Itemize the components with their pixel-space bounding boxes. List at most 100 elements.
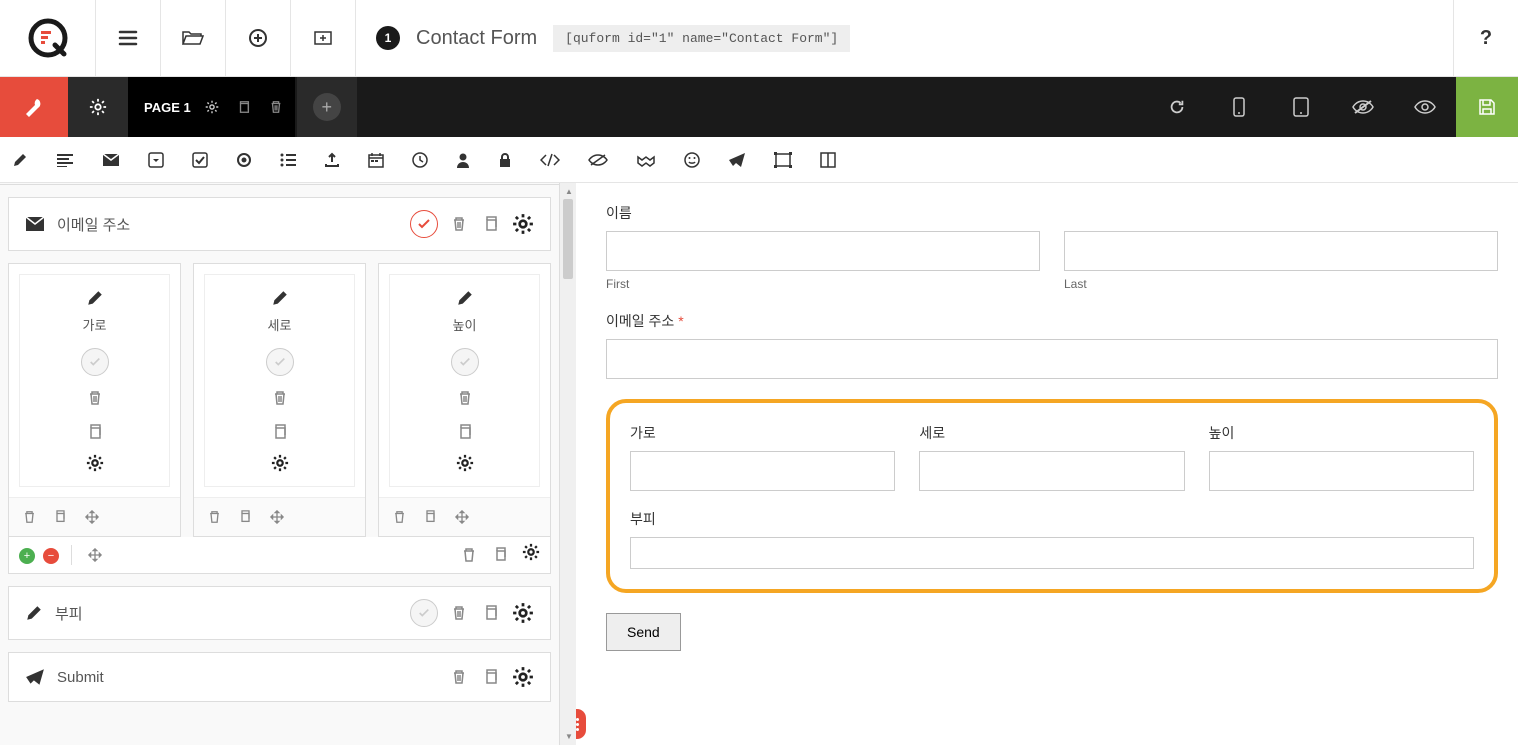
- pencil-icon: [25, 604, 43, 622]
- delete-button[interactable]: [448, 601, 470, 625]
- element-date[interactable]: [368, 152, 384, 168]
- required-toggle[interactable]: [266, 348, 294, 376]
- email-input[interactable]: [606, 339, 1498, 379]
- visibility-on-button[interactable]: [1394, 77, 1456, 137]
- settings-button[interactable]: [512, 666, 534, 688]
- required-toggle[interactable]: [410, 210, 438, 238]
- trash-icon: [452, 605, 466, 621]
- last-name-input[interactable]: [1064, 231, 1498, 271]
- element-captcha[interactable]: [684, 152, 700, 168]
- delete-button[interactable]: [454, 386, 476, 410]
- open-button[interactable]: [161, 0, 226, 77]
- delete-button[interactable]: [269, 386, 291, 410]
- height-input[interactable]: [1209, 451, 1474, 491]
- required-toggle[interactable]: [451, 348, 479, 376]
- element-card-height[interactable]: 높이: [389, 274, 540, 487]
- element-radio[interactable]: [236, 152, 252, 168]
- column-duplicate[interactable]: [50, 506, 71, 528]
- delete-button[interactable]: [84, 386, 106, 410]
- duplicate-button[interactable]: [480, 665, 502, 689]
- pages-settings-button[interactable]: [68, 77, 128, 137]
- column-delete[interactable]: [389, 506, 410, 528]
- duplicate-button[interactable]: [480, 212, 502, 236]
- row-move[interactable]: [84, 544, 106, 566]
- required-toggle[interactable]: [81, 348, 109, 376]
- tools-button[interactable]: [0, 77, 68, 137]
- element-row-volume[interactable]: 부피: [8, 586, 551, 640]
- element-row-submit[interactable]: Submit: [8, 652, 551, 702]
- top-bar: 1 Contact Form [quform id="1" name="Cont…: [0, 0, 1518, 77]
- add-page-button[interactable]: [291, 0, 356, 77]
- column-duplicate[interactable]: [235, 506, 256, 528]
- panel-handle[interactable]: [576, 709, 586, 739]
- delete-button[interactable]: [448, 665, 470, 689]
- element-group[interactable]: [774, 152, 792, 168]
- column-delete[interactable]: [19, 506, 40, 528]
- column-move[interactable]: [81, 506, 103, 528]
- required-toggle[interactable]: [410, 599, 438, 627]
- copy-icon: [424, 510, 437, 524]
- shortcode[interactable]: [quform id="1" name="Contact Form"]: [553, 25, 850, 52]
- visibility-off-button[interactable]: [1332, 77, 1394, 137]
- settings-button[interactable]: [512, 213, 534, 235]
- first-name-input[interactable]: [606, 231, 1040, 271]
- column-move[interactable]: [451, 506, 473, 528]
- element-columns[interactable]: [820, 152, 836, 168]
- help-button[interactable]: ?: [1453, 0, 1518, 77]
- form-title[interactable]: Contact Form: [416, 27, 537, 50]
- settings-button[interactable]: [86, 454, 104, 472]
- row-settings[interactable]: [522, 543, 540, 567]
- element-textarea[interactable]: [56, 153, 74, 167]
- tablet-preview-button[interactable]: [1270, 77, 1332, 137]
- element-hidden[interactable]: [588, 153, 608, 167]
- add-column[interactable]: +: [19, 546, 35, 564]
- save-button[interactable]: [1456, 77, 1518, 137]
- menu-button[interactable]: [96, 0, 161, 77]
- duplicate-button[interactable]: [454, 420, 476, 444]
- page-tab-settings[interactable]: [201, 96, 223, 118]
- column-duplicate[interactable]: [420, 506, 441, 528]
- add-button[interactable]: [226, 0, 291, 77]
- page-tab-delete[interactable]: [265, 96, 287, 118]
- logo[interactable]: [0, 0, 96, 77]
- send-button[interactable]: Send: [606, 613, 681, 651]
- element-recaptcha[interactable]: [636, 153, 656, 167]
- row-delete[interactable]: [458, 543, 480, 567]
- element-text[interactable]: [12, 152, 28, 168]
- element-file[interactable]: [324, 152, 340, 168]
- delete-button[interactable]: [448, 212, 470, 236]
- trash-icon: [458, 390, 472, 406]
- duplicate-button[interactable]: [480, 601, 502, 625]
- element-name[interactable]: [456, 152, 470, 168]
- page-tab-duplicate[interactable]: [233, 96, 255, 118]
- element-html[interactable]: [540, 153, 560, 167]
- scrollbar[interactable]: ▲ ▼: [560, 183, 576, 745]
- volume-input[interactable]: [630, 537, 1474, 569]
- element-row-email[interactable]: 이메일 주소: [8, 197, 551, 251]
- add-page-tab[interactable]: +: [297, 77, 357, 137]
- settings-button[interactable]: [271, 454, 289, 472]
- element-card-depth[interactable]: 세로: [204, 274, 355, 487]
- element-submit[interactable]: [728, 152, 746, 168]
- column-delete[interactable]: [204, 506, 225, 528]
- page-tab-1[interactable]: PAGE 1: [128, 77, 295, 137]
- remove-column[interactable]: −: [43, 546, 59, 564]
- check-icon: [459, 356, 471, 368]
- refresh-button[interactable]: [1146, 77, 1208, 137]
- element-card-width[interactable]: 가로: [19, 274, 170, 487]
- duplicate-button[interactable]: [269, 420, 291, 444]
- element-select[interactable]: [148, 152, 164, 168]
- depth-input[interactable]: [919, 451, 1184, 491]
- settings-button[interactable]: [456, 454, 474, 472]
- element-multiselect[interactable]: [280, 153, 296, 167]
- element-email[interactable]: [102, 153, 120, 167]
- duplicate-button[interactable]: [84, 420, 106, 444]
- element-password[interactable]: [498, 152, 512, 168]
- column-move[interactable]: [266, 506, 288, 528]
- element-checkbox[interactable]: [192, 152, 208, 168]
- element-time[interactable]: [412, 152, 428, 168]
- settings-button[interactable]: [512, 602, 534, 624]
- width-input[interactable]: [630, 451, 895, 491]
- row-duplicate[interactable]: [490, 543, 512, 567]
- mobile-preview-button[interactable]: [1208, 77, 1270, 137]
